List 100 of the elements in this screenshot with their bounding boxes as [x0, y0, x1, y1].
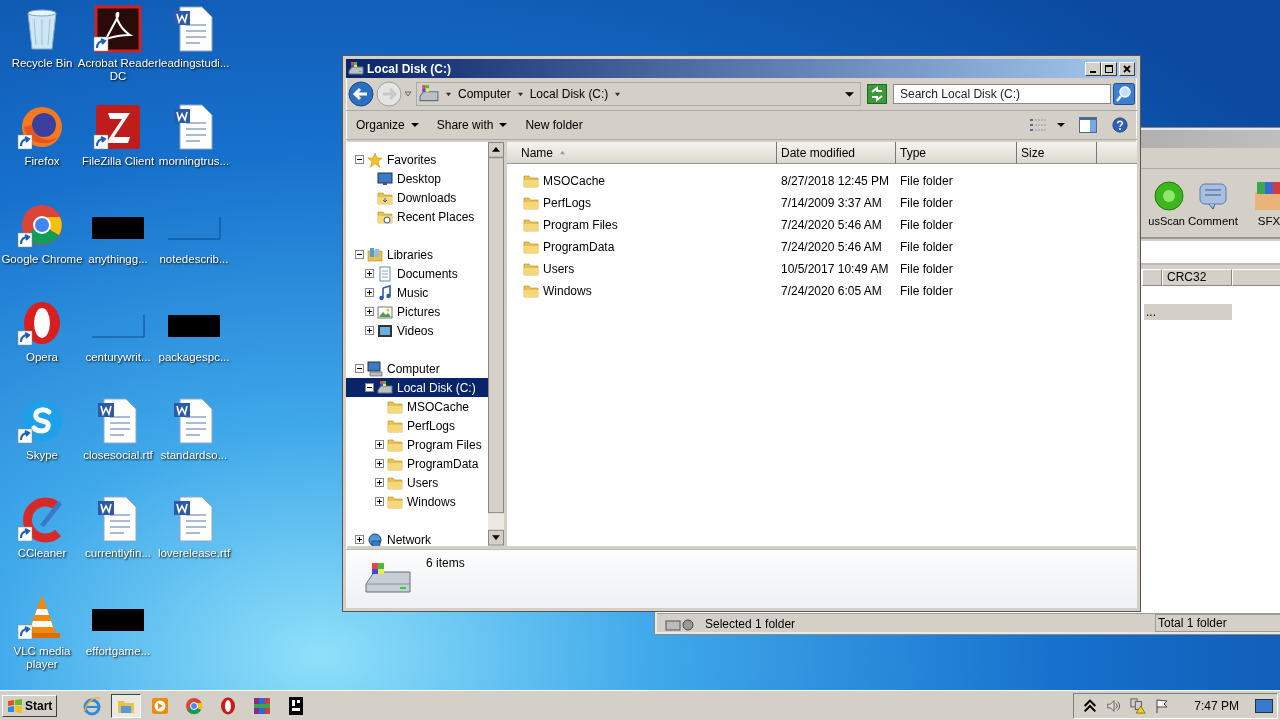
- desktop-icon-label[interactable]: Acrobat Reader DC: [76, 57, 160, 83]
- desktop-icon-label[interactable]: notedescrib...: [152, 253, 236, 266]
- command-button[interactable]: New folder: [519, 116, 589, 134]
- search-button[interactable]: [1113, 83, 1135, 105]
- maximize-icon: [1104, 63, 1114, 74]
- column-header[interactable]: [1097, 142, 1137, 164]
- folder-icon: [387, 436, 403, 453]
- toolbar-button-label[interactable]: Comment: [1188, 214, 1238, 227]
- column-header[interactable]: Type: [896, 142, 1017, 164]
- browser-icon: [82, 695, 103, 716]
- caret-icon[interactable]: [445, 90, 452, 98]
- computer-icon: [367, 360, 383, 377]
- file-transfer-icon[interactable]: [94, 103, 142, 151]
- expand-toggle[interactable]: [375, 497, 384, 506]
- box-icon[interactable]: [1253, 179, 1280, 212]
- tree-item[interactable]: ProgramData: [407, 456, 479, 471]
- scrollbar[interactable]: [488, 142, 504, 546]
- clock[interactable]: 7:47 PM: [1194, 698, 1239, 713]
- breadcrumb-button[interactable]: Computer: [458, 87, 511, 101]
- start-button[interactable]: Start: [2, 694, 58, 717]
- document-app-icon[interactable]: [94, 5, 142, 53]
- tree-item[interactable]: Windows: [407, 494, 456, 509]
- folder-icon: [387, 493, 403, 510]
- tree-item[interactable]: Libraries: [387, 247, 434, 262]
- music-note-icon: [377, 284, 393, 301]
- file-name[interactable]: Program Files: [543, 218, 618, 232]
- collapse-toggle[interactable]: [355, 155, 364, 164]
- toolbar-button-label[interactable]: usScan: [1148, 214, 1185, 227]
- command-button[interactable]: Share with: [430, 116, 514, 134]
- tree-item[interactable]: Computer: [387, 361, 440, 376]
- folder-icon: [523, 283, 539, 299]
- expand-toggle[interactable]: [365, 269, 374, 278]
- help-icon[interactable]: [1111, 117, 1129, 133]
- search-field[interactable]: Search Local Disk (C:): [893, 84, 1111, 104]
- maximize-button[interactable]: [1101, 61, 1117, 76]
- collapse-toggle[interactable]: [355, 250, 364, 259]
- refresh-button[interactable]: [867, 84, 887, 104]
- monitor-icon[interactable]: [1255, 698, 1273, 713]
- tree-item[interactable]: Downloads: [397, 190, 457, 205]
- tree-item[interactable]: Network: [387, 532, 431, 546]
- library-icon: [367, 246, 383, 263]
- tree-item[interactable]: Desktop: [397, 171, 442, 186]
- collapse-toggle[interactable]: [355, 364, 364, 373]
- caret-icon[interactable]: [614, 90, 622, 98]
- preview-pane-icon[interactable]: [1079, 117, 1097, 133]
- column-header[interactable]: Size: [1017, 142, 1097, 164]
- bug-scan-icon[interactable]: [1153, 179, 1185, 212]
- back-button[interactable]: [348, 81, 374, 107]
- browser-icon: [184, 695, 205, 716]
- expand-toggle[interactable]: [355, 535, 364, 544]
- expand-toggle[interactable]: [375, 478, 384, 487]
- minimize-icon: [1090, 70, 1096, 73]
- file-name[interactable]: ProgramData: [543, 240, 615, 254]
- folder-icon: [387, 398, 403, 415]
- close-button[interactable]: [1119, 61, 1135, 76]
- address-bar[interactable]: Computer Local Disk (C:): [416, 82, 861, 106]
- folder-icon: [523, 239, 539, 255]
- tree-item[interactable]: Program Files: [407, 437, 482, 452]
- expand-toggle[interactable]: [365, 326, 374, 335]
- file-name[interactable]: MSOCache: [543, 174, 606, 188]
- column-header[interactable]: CRC32: [1162, 269, 1232, 286]
- expand-toggle[interactable]: [375, 459, 384, 468]
- folder-icon: [523, 173, 539, 189]
- tree-item[interactable]: Music: [397, 285, 429, 300]
- date-cell: 7/14/2009 3:37 AM: [781, 196, 882, 210]
- list-row[interactable]: ...: [1144, 304, 1232, 320]
- date-cell: 10/5/2017 10:49 AM: [781, 262, 889, 276]
- dropdown-caret-icon[interactable]: [845, 89, 854, 99]
- disk-icon: [665, 618, 695, 632]
- breadcrumb-button[interactable]: Local Disk (C:): [529, 87, 609, 101]
- tree-item[interactable]: PerfLogs: [407, 418, 456, 433]
- tree-item[interactable]: Users: [407, 475, 439, 490]
- file-name[interactable]: PerfLogs: [543, 196, 592, 210]
- collapse-toggle[interactable]: [365, 383, 374, 392]
- file-name[interactable]: Windows: [543, 284, 592, 298]
- expand-toggle[interactable]: [365, 307, 374, 316]
- tree-item[interactable]: Favorites: [387, 152, 437, 167]
- tree-item[interactable]: Videos: [397, 323, 434, 338]
- type-cell: File folder: [900, 262, 953, 276]
- chevron-up-icon[interactable]: [1082, 697, 1099, 714]
- column-header[interactable]: Date modified: [777, 142, 896, 164]
- tree-item[interactable]: Recent Places: [397, 209, 475, 224]
- caret-icon[interactable]: [516, 90, 524, 98]
- expand-toggle[interactable]: [365, 288, 374, 297]
- file-name[interactable]: Users: [543, 262, 575, 276]
- star-icon: [367, 151, 383, 168]
- speaker-icon[interactable]: [1106, 697, 1123, 714]
- taskbar-button[interactable]: [111, 693, 142, 718]
- folder-icon: [377, 208, 393, 225]
- tree-item[interactable]: MSOCache: [407, 399, 470, 414]
- view-list-icon[interactable]: [1029, 117, 1047, 133]
- network-warning-icon[interactable]: [1130, 697, 1147, 714]
- column-header[interactable]: Name: [507, 142, 777, 164]
- desktop-icon-label[interactable]: Google Chrome: [0, 253, 84, 266]
- minimize-button[interactable]: [1085, 61, 1101, 76]
- expand-toggle[interactable]: [375, 440, 384, 449]
- command-button[interactable]: Organize: [350, 116, 425, 134]
- tree-item[interactable]: Documents: [397, 266, 458, 281]
- tree-item[interactable]: Pictures: [397, 304, 441, 319]
- toolbar-button-label[interactable]: SFX: [1257, 214, 1280, 227]
